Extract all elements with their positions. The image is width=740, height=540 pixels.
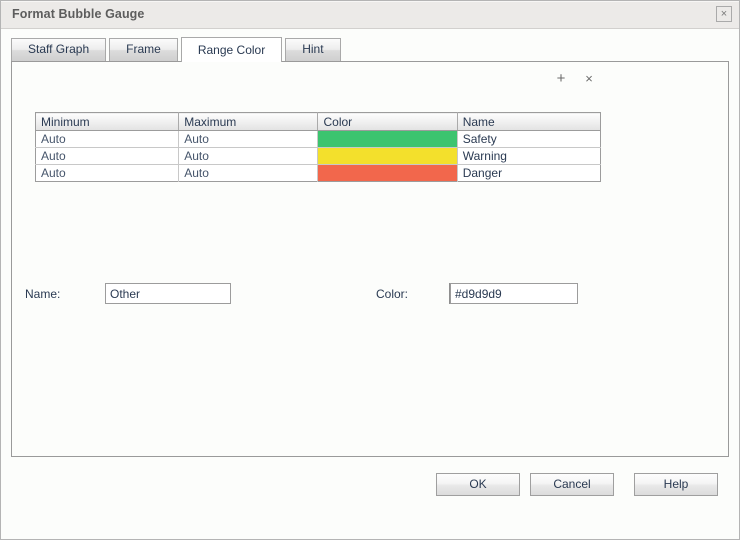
- cell-color[interactable]: [317, 164, 458, 182]
- tab-staff-graph[interactable]: Staff Graph: [11, 38, 107, 61]
- column-header-minimum[interactable]: Minimum: [35, 112, 180, 131]
- ok-button[interactable]: OK: [436, 473, 520, 496]
- grid-toolbar: + ×: [552, 70, 598, 88]
- table-row[interactable]: Auto Auto Danger: [35, 164, 601, 182]
- column-header-color[interactable]: Color: [317, 112, 458, 131]
- cell-maximum[interactable]: Auto: [178, 147, 319, 165]
- cell-minimum[interactable]: Auto: [35, 164, 180, 182]
- color-swatch: [318, 148, 457, 164]
- tab-hint[interactable]: Hint: [285, 38, 341, 61]
- cell-minimum[interactable]: Auto: [35, 130, 180, 148]
- cell-name[interactable]: Warning: [457, 147, 601, 165]
- table-row[interactable]: Auto Auto Safety: [35, 130, 601, 148]
- remove-range-icon[interactable]: ×: [580, 70, 598, 88]
- add-range-icon[interactable]: +: [552, 70, 570, 88]
- cell-maximum[interactable]: Auto: [178, 164, 319, 182]
- color-hex-input[interactable]: [450, 283, 578, 304]
- dialog-footer: OK Cancel Help: [1, 457, 739, 539]
- name-input[interactable]: [105, 283, 231, 304]
- cell-minimum[interactable]: Auto: [35, 147, 180, 165]
- tabstrip: Staff Graph Frame Range Color Hint: [11, 37, 739, 62]
- format-bubble-gauge-dialog: Format Bubble Gauge × Staff Graph Frame …: [0, 0, 740, 540]
- column-header-maximum[interactable]: Maximum: [178, 112, 319, 131]
- color-swatch: [318, 131, 457, 147]
- column-header-name[interactable]: Name: [457, 112, 601, 131]
- table-row[interactable]: Auto Auto Warning: [35, 147, 601, 165]
- cancel-button[interactable]: Cancel: [530, 473, 614, 496]
- cell-color[interactable]: [317, 130, 458, 148]
- close-icon[interactable]: ×: [716, 6, 732, 22]
- cell-maximum[interactable]: Auto: [178, 130, 319, 148]
- tab-range-color[interactable]: Range Color: [180, 37, 283, 62]
- titlebar: Format Bubble Gauge ×: [1, 1, 739, 29]
- detail-fields: Name: Color:: [12, 283, 728, 305]
- range-color-table: Minimum Maximum Color Name Auto Auto Saf…: [35, 112, 601, 182]
- color-swatch: [318, 165, 457, 181]
- window-title: Format Bubble Gauge: [12, 7, 145, 21]
- help-button[interactable]: Help: [634, 473, 718, 496]
- color-label: Color:: [376, 287, 409, 301]
- range-color-panel: + × Minimum Maximum Color Name Auto Auto…: [11, 61, 729, 457]
- tab-frame[interactable]: Frame: [109, 38, 178, 61]
- table-header-row: Minimum Maximum Color Name: [35, 112, 601, 131]
- cell-name[interactable]: Safety: [457, 130, 601, 148]
- name-label: Name:: [25, 287, 61, 301]
- cell-name[interactable]: Danger: [457, 164, 601, 182]
- cell-color[interactable]: [317, 147, 458, 165]
